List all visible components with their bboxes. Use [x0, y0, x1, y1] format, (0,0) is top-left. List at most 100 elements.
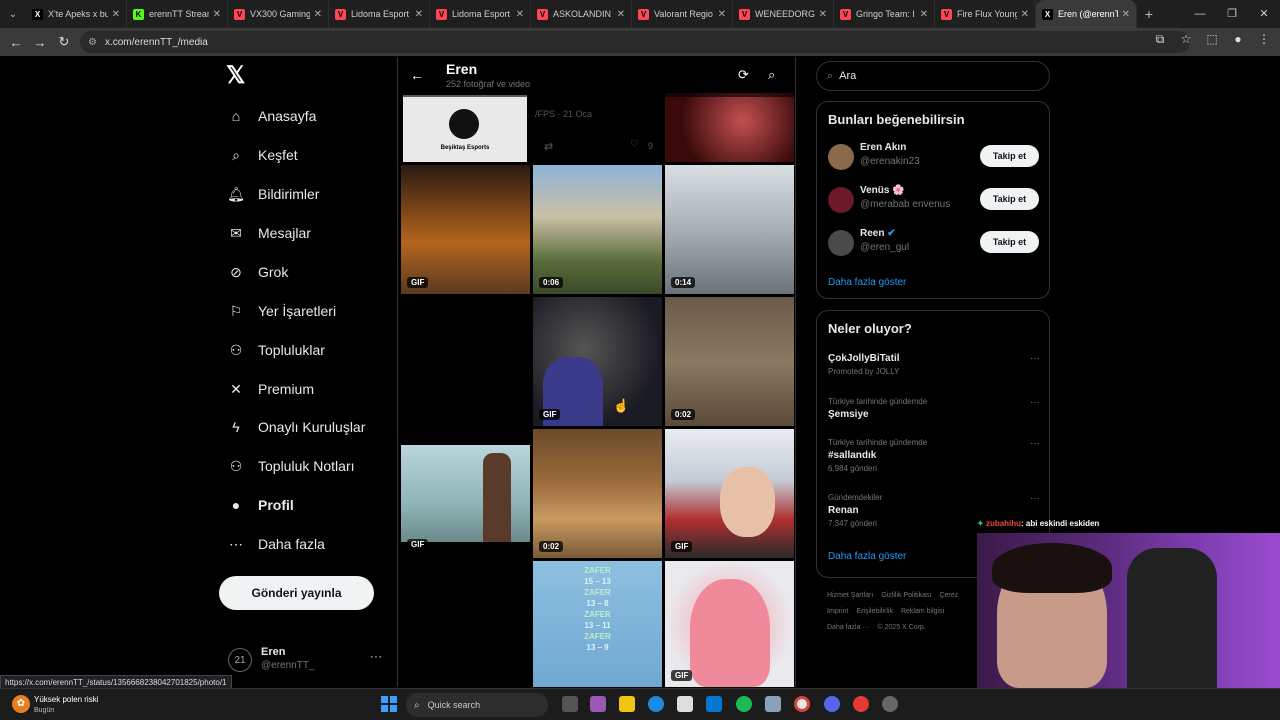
media-tile[interactable]: GIF — [665, 561, 794, 687]
discord-icon[interactable] — [824, 696, 840, 712]
back-arrow-icon[interactable]: ← — [410, 67, 424, 83]
media-tile[interactable]: 0:02 — [665, 297, 794, 426]
browser-tab[interactable]: X X'te Apeks x bu ✕ — [26, 0, 127, 28]
browser-tab[interactable]: V Lidoma Esport ✕ — [329, 0, 430, 28]
tab-close-icon[interactable]: ✕ — [718, 9, 726, 20]
tab-close-icon[interactable]: ✕ — [213, 9, 221, 20]
browser-tab[interactable]: V VX300 Gaming ✕ — [228, 0, 329, 28]
tab-close-icon[interactable]: ✕ — [920, 9, 928, 20]
minimize-button[interactable]: — — [1184, 0, 1216, 28]
address-bar[interactable]: ⚙ x.com/erennTT_/media — [80, 31, 1190, 53]
browser-tab[interactable]: V Lidoma Esport ✕ — [430, 0, 531, 28]
browser-tab[interactable]: V ASKOLANDIN ✕ — [531, 0, 632, 28]
suggestion-row[interactable]: Reen ✔ @eren_gul Takip et — [828, 228, 1040, 260]
footer-link[interactable]: Gizlilik Politikası — [881, 592, 931, 599]
nav-item[interactable]: ⌂ Anasayfa — [226, 102, 317, 130]
media-tile[interactable]: GIF — [533, 297, 662, 426]
new-tab-button[interactable]: + — [1137, 6, 1161, 22]
suggestion-row[interactable]: Venüs 🌸 @merabab envenus Takip et — [828, 185, 1040, 217]
media-tile-zafer[interactable]: ZAFER 15 – 13 ZAFER 13 – 8 ZAFER 13 – 11 ZAFER… — [533, 561, 662, 687]
bookmark-star-icon[interactable]: ☆ — [1178, 32, 1194, 47]
browser-tab[interactable]: V WENEEDORG ✕ — [733, 0, 834, 28]
media-tile[interactable]: GIF — [401, 165, 530, 294]
browser-tab[interactable]: KerennTT Stream ✕ — [127, 0, 228, 28]
tab-close-icon[interactable]: ✕ — [112, 9, 120, 20]
repost-icon[interactable]: ⇄ — [544, 140, 553, 153]
refresh-icon[interactable]: ⟳ — [738, 67, 749, 83]
browser-menu-icon[interactable]: ⋮ — [1256, 32, 1272, 47]
show-more-link[interactable]: Daha fazla göster — [828, 277, 906, 288]
outlook-icon[interactable] — [706, 696, 722, 712]
trend-more-icon[interactable]: ··· — [1030, 438, 1040, 449]
media-tile[interactable]: GIF — [665, 429, 794, 558]
nav-item[interactable]: ● Profil — [226, 491, 294, 519]
reload-button[interactable]: ↻ — [52, 34, 76, 50]
trend-more-icon[interactable]: ··· — [1030, 397, 1040, 408]
x-logo-icon[interactable]: 𝕏 — [226, 64, 250, 88]
search-input[interactable]: ⌕ Ara — [816, 61, 1050, 91]
tab-close-icon[interactable]: ✕ — [1122, 9, 1130, 20]
tab-search-icon[interactable]: ⌄ — [0, 0, 26, 28]
install-app-icon[interactable]: ⧉ — [1152, 32, 1168, 47]
site-info-icon[interactable]: ⚙ — [88, 37, 97, 48]
close-window-button[interactable]: ✕ — [1248, 0, 1280, 28]
footer-link[interactable]: Hizmet Şartları — [827, 592, 873, 599]
media-tile[interactable]: 0:02 — [533, 429, 662, 558]
like-icon[interactable]: ♡ — [630, 139, 639, 150]
tab-close-icon[interactable]: ✕ — [1021, 9, 1029, 20]
taskbar-search[interactable]: ⌕ Quick search — [406, 693, 548, 717]
follow-button[interactable]: Takip et — [980, 188, 1039, 210]
profile-avatar-icon[interactable]: ● — [1230, 32, 1246, 47]
tab-close-icon[interactable]: ✕ — [819, 9, 827, 20]
media-tile[interactable] — [401, 445, 530, 542]
account-switcher[interactable]: 21 Eren @erennTT_ ··· — [228, 644, 388, 678]
forward-button[interactable]: → — [28, 35, 52, 50]
media-tile[interactable] — [665, 93, 794, 162]
browser-tab[interactable]: X Eren (@erennT ✕ — [1036, 0, 1137, 28]
weather-widget[interactable]: ✿ Yüksek polen riski Bugün — [12, 692, 132, 718]
app-icon[interactable] — [765, 696, 781, 712]
suggestion-row[interactable]: Eren Akın @erenakin23 Takip et — [828, 142, 1040, 174]
start-button[interactable] — [381, 696, 397, 712]
trend-more-icon[interactable]: ··· — [1030, 493, 1040, 504]
task-view-icon[interactable] — [562, 696, 578, 712]
footer-link[interactable]: Imprint — [827, 608, 848, 615]
tab-close-icon[interactable]: ✕ — [617, 9, 625, 20]
nav-item[interactable]: ⋯ Daha fazla — [226, 530, 325, 558]
show-more-link[interactable]: Daha fazla göster — [828, 551, 906, 562]
trend-item[interactable]: ÇokJollyBiTatil Promoted by JOLLY ··· — [828, 353, 1040, 376]
trend-item[interactable]: Türkiye tarihinde gündemde Şemsiye ··· — [828, 397, 1040, 420]
chrome-icon[interactable] — [794, 696, 810, 712]
media-tile[interactable]: 0:14 — [665, 165, 794, 294]
nav-item[interactable]: ✉ Mesajlar — [226, 219, 311, 247]
extensions-icon[interactable]: ⬚ — [1204, 32, 1220, 47]
search-icon[interactable]: ⌕ — [768, 67, 775, 83]
nav-item[interactable]: ⚇ Topluluklar — [226, 336, 325, 364]
footer-link[interactable]: Daha fazla ··· — [827, 624, 869, 631]
post-button[interactable]: Gönderi yayınla — [219, 576, 374, 610]
nav-item[interactable]: ϟ Onaylı Kuruluşlar — [226, 413, 365, 441]
nav-item[interactable]: ⊘ Grok — [226, 258, 288, 286]
nav-item[interactable]: ✕ Premium — [226, 375, 314, 403]
tab-close-icon[interactable]: ✕ — [415, 9, 423, 20]
footer-link[interactable]: Çerez — [939, 592, 958, 599]
maximize-button[interactable]: ❐ — [1216, 0, 1248, 28]
nav-item[interactable]: ⚇ Topluluk Notları — [226, 452, 355, 480]
browser-tab[interactable]: V Fire Flux Young ✕ — [935, 0, 1036, 28]
more-options-icon[interactable]: ··· — [370, 649, 382, 663]
tab-close-icon[interactable]: ✕ — [516, 9, 524, 20]
follow-button[interactable]: Takip et — [980, 231, 1039, 253]
nav-item[interactable]: ⚐ Yer İşaretleri — [226, 297, 336, 325]
trend-more-icon[interactable]: ··· — [1030, 353, 1040, 364]
media-tile-besiktas[interactable]: Beşiktaş Esports — [403, 95, 527, 162]
nav-item[interactable]: ⌕ Keşfet — [226, 141, 298, 169]
opera-icon[interactable] — [853, 696, 869, 712]
follow-button[interactable]: Takip et — [980, 145, 1039, 167]
back-button[interactable]: ← — [4, 35, 28, 50]
file-explorer-icon[interactable] — [619, 696, 635, 712]
browser-tab[interactable]: V Valorant Regio ✕ — [632, 0, 733, 28]
browser-tab[interactable]: V Gringo Team: I ✕ — [834, 0, 935, 28]
footer-link[interactable]: Reklam bilgisi — [901, 608, 944, 615]
store-icon[interactable] — [677, 696, 693, 712]
nav-item[interactable]: 🔔︎ Bildirimler — [226, 180, 319, 208]
